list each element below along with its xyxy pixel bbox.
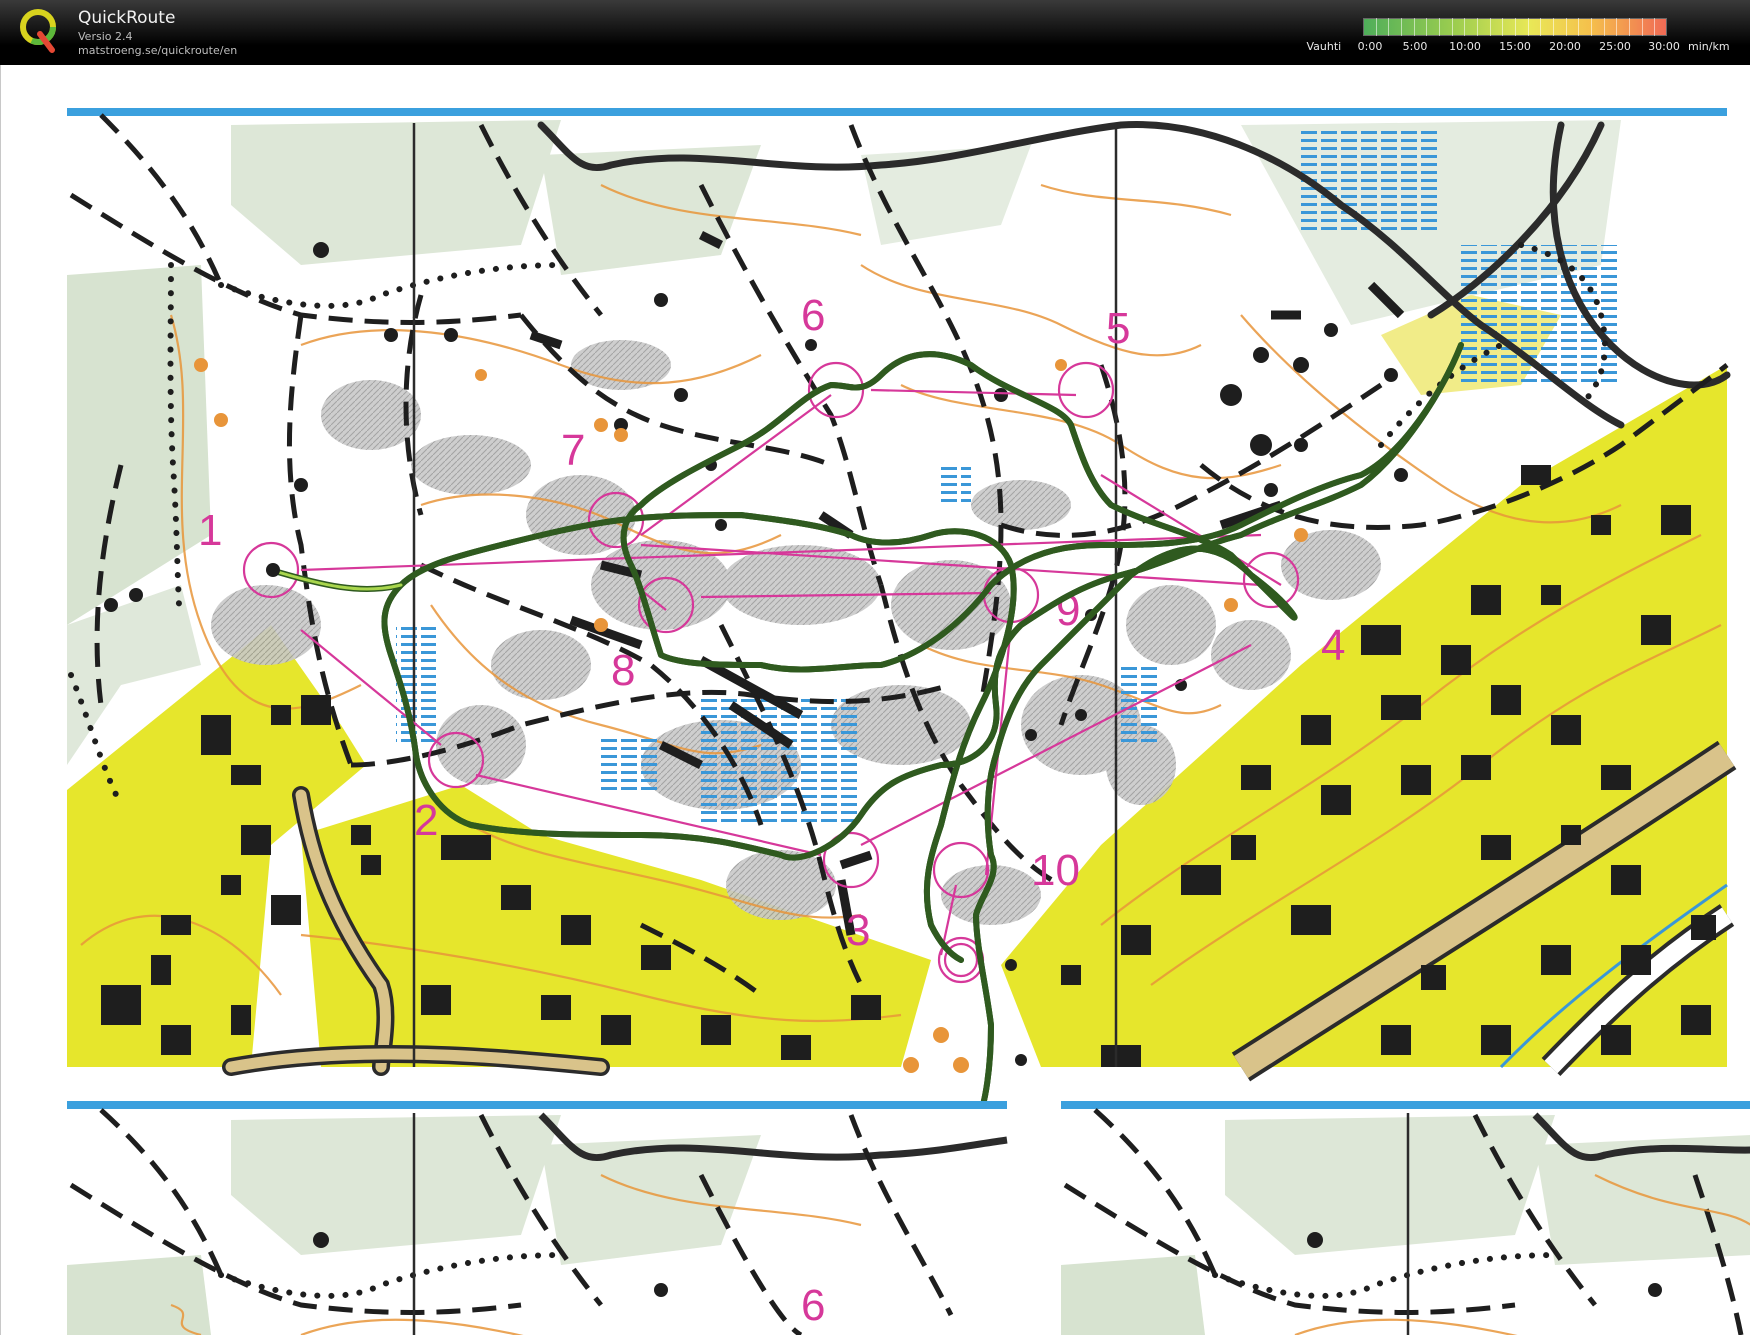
pace-bar-segment-divider (1629, 18, 1630, 36)
pace-bar-segment-divider (1413, 18, 1415, 36)
pace-tick-label: 0:00 (1357, 40, 1383, 53)
control-number: 8 (611, 646, 635, 695)
route-start-marker (266, 563, 280, 577)
pace-tick-label: 15:00 (1499, 40, 1531, 53)
pace-tick-label: 5:00 (1402, 40, 1428, 53)
pace-bar-segment-divider (1565, 18, 1567, 36)
control-number: 6 (801, 291, 825, 340)
pace-bar-segment-divider (1375, 18, 1377, 36)
pace-bar-segment-divider (1388, 18, 1390, 36)
pace-legend: Vauhti 0:00 5:00 10:00 15:00 20:00 25:00… (1307, 18, 1730, 53)
pace-legend-label: Vauhti (1306, 40, 1342, 53)
control-number: 7 (561, 426, 585, 475)
pace-bar-segment-divider (1616, 18, 1618, 36)
orienteering-map: 1 2 3 4 5 6 7 8 9 10 6 (67, 108, 1750, 1335)
pace-bar-segment-divider (1527, 18, 1529, 36)
pace-bar-segment-divider (1654, 18, 1656, 36)
pace-bar-segment-divider (1603, 18, 1605, 36)
control-number: 5 (1106, 304, 1130, 353)
main-map-sheet: 1 2 3 4 5 6 7 8 9 10 (67, 108, 1737, 1128)
control-number: 6 (801, 1281, 825, 1330)
pace-bar-segment-divider (1515, 18, 1516, 36)
control-number: 3 (846, 906, 870, 955)
quickroute-logo-icon (18, 6, 62, 56)
pace-tick-label: 20:00 (1549, 40, 1581, 53)
app-name: QuickRoute (78, 8, 176, 28)
pace-bar-segment-divider (1464, 18, 1466, 36)
pace-bar-segment-divider (1477, 18, 1478, 36)
pace-bar-segment-divider (1451, 18, 1453, 36)
pace-bar-segment-divider (1591, 18, 1592, 36)
control-number: 4 (1321, 621, 1345, 670)
app-version: Versio 2.4 (78, 30, 133, 43)
control-number: 10 (1031, 846, 1080, 895)
pace-bar-segment-divider (1439, 18, 1440, 36)
app-url: matstroeng.se/quickroute/en (78, 44, 238, 57)
pace-bar-segment-divider (1502, 18, 1504, 36)
pace-bar-segment-divider (1641, 18, 1643, 36)
pace-bar-segment-divider (1489, 18, 1491, 36)
control-number: 2 (414, 796, 438, 845)
control-number: 1 (198, 506, 222, 555)
map-view[interactable]: 1 2 3 4 5 6 7 8 9 10 6 (0, 65, 1750, 1335)
pace-bar-segment-divider (1426, 18, 1428, 36)
pace-bar-segment-divider (1578, 18, 1580, 36)
pace-tick-label: 25:00 (1599, 40, 1631, 53)
lower-left-map-sheet: 6 (67, 1101, 1008, 1335)
pace-bar-segment-divider (1401, 18, 1402, 36)
pace-bar-segment-divider (1540, 18, 1542, 36)
pace-color-bar-ticks (1363, 18, 1667, 36)
pace-tick-label: 30:00 (1648, 40, 1680, 53)
pace-unit: min/km (1688, 40, 1730, 53)
pace-bar-segment-divider (1553, 18, 1554, 36)
pace-tick-label: 10:00 (1449, 40, 1481, 53)
lower-right-map-sheet (1061, 1101, 1750, 1335)
app-header: QuickRoute Versio 2.4 matstroeng.se/quic… (0, 0, 1750, 65)
